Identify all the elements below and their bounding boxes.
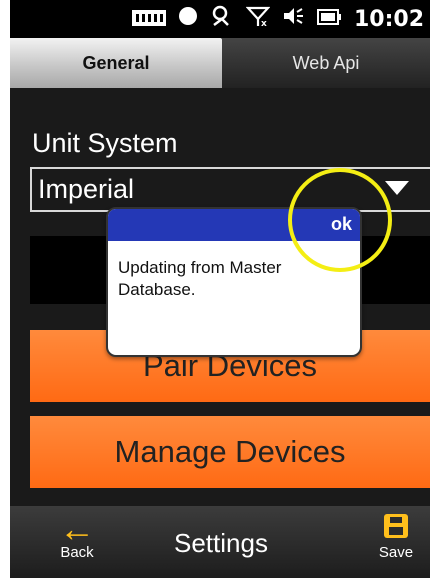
manage-devices-label: Manage Devices: [114, 434, 346, 469]
clock: 10:02: [353, 6, 424, 32]
tab-bar: General Web Api: [10, 38, 430, 88]
back-button[interactable]: ← Back: [52, 508, 102, 562]
status-bar: x 10:02: [10, 0, 430, 38]
unit-system-label: Unit System: [32, 128, 178, 158]
sync-icon: [210, 5, 234, 33]
highlight-circle: [288, 168, 392, 272]
chevron-down-icon[interactable]: [385, 181, 409, 195]
back-arrow-icon: ←: [59, 508, 95, 549]
tab-general[interactable]: General: [10, 38, 222, 88]
volume-icon: [282, 6, 304, 32]
page-title: Settings: [174, 528, 268, 558]
bottom-app-bar: ← Back Settings Save: [10, 506, 430, 578]
save-icon: [384, 514, 408, 538]
unit-system-value: Imperial: [38, 174, 135, 204]
signal-bars-icon: [131, 7, 166, 32]
save-label: Save: [378, 544, 414, 561]
manage-devices-button[interactable]: Manage Devices: [30, 416, 430, 488]
status-dot-icon: [178, 6, 198, 32]
phone-screen: x 10:02 General Web Api Unit System Impe…: [10, 0, 430, 578]
no-signal-icon: x: [245, 5, 271, 33]
save-button[interactable]: Save: [376, 514, 416, 561]
svg-text:x: x: [261, 19, 267, 27]
tab-web-api[interactable]: Web Api: [222, 38, 430, 88]
battery-icon: [316, 7, 342, 32]
